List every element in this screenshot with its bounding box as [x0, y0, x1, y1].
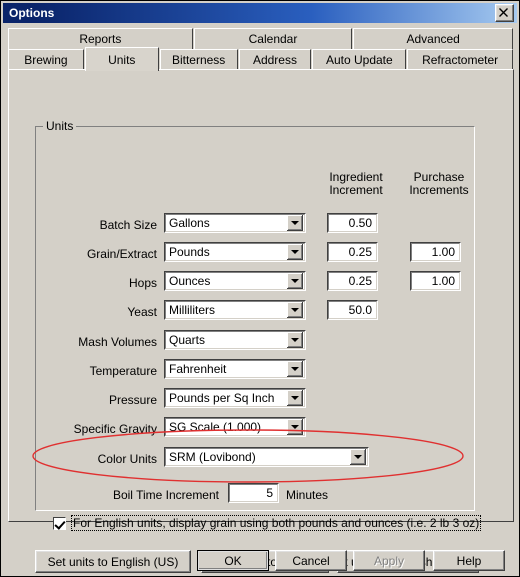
- tab-label: Units: [108, 52, 136, 67]
- button-label: OK: [224, 553, 242, 568]
- input-value: 0.25: [348, 245, 372, 259]
- combo-yeast-value: Milliliters: [169, 303, 215, 317]
- combo-batch-size-value: Gallons: [169, 216, 210, 230]
- combo-batch-size[interactable]: Gallons: [164, 213, 306, 233]
- label-grain-extract: Grain/Extract: [86, 247, 157, 261]
- label-hops: Hops: [128, 276, 157, 290]
- input-yeast-ingredient-increment[interactable]: 50.0: [327, 300, 378, 320]
- tab-bitterness[interactable]: Bitterness: [159, 49, 238, 70]
- input-value: 50.0: [348, 303, 372, 317]
- input-value: 0.25: [348, 274, 372, 288]
- label-mash-volumes: Mash Volumes: [78, 335, 157, 349]
- chevron-down-icon[interactable]: [287, 302, 303, 318]
- column-header-line2: Increments: [409, 183, 469, 197]
- tab-units[interactable]: Units: [84, 47, 159, 71]
- input-value: 0.50: [348, 216, 372, 230]
- button-label: Help: [456, 553, 482, 568]
- chevron-down-icon[interactable]: [287, 361, 303, 377]
- button-label: Cancel: [292, 553, 330, 568]
- button-label: Set units to English (US): [47, 554, 179, 569]
- options-dialog: Options Reports Calendar Advanced Brewin…: [0, 0, 520, 577]
- label-yeast: Yeast: [127, 305, 157, 319]
- tab-row-top: Reports Calendar Advanced: [8, 28, 514, 49]
- input-grain-extract-ingredient-increment[interactable]: 0.25: [327, 242, 378, 262]
- close-button[interactable]: [495, 4, 514, 22]
- window-title: Options: [9, 6, 55, 20]
- chevron-down-icon[interactable]: [287, 390, 303, 406]
- combo-yeast[interactable]: Milliliters: [164, 300, 306, 320]
- apply-button: Apply: [353, 550, 425, 571]
- tab-label: Advanced: [406, 32, 460, 46]
- input-value: 1.00: [431, 274, 455, 288]
- combo-temperature[interactable]: Fahrenheit: [164, 359, 306, 379]
- tab-reports[interactable]: Reports: [8, 28, 193, 49]
- tab-label: Calendar: [248, 32, 298, 46]
- label-temperature: Temperature: [89, 364, 157, 378]
- tab-label: Address: [252, 53, 297, 67]
- input-batch-size-ingredient-increment[interactable]: 0.50: [327, 213, 378, 233]
- combo-grain-extract-value: Pounds: [169, 245, 210, 259]
- cancel-button[interactable]: Cancel: [275, 550, 347, 571]
- combo-pressure-value: Pounds per Sq Inch: [169, 391, 275, 405]
- label-boil-time-increment: Boil Time Increment: [112, 488, 219, 502]
- checkmark-icon[interactable]: [53, 516, 66, 530]
- tab-row-bottom: Brewing Units Bitterness Address Auto Up…: [8, 47, 514, 71]
- label-boil-time-units: Minutes: [286, 488, 329, 502]
- input-hops-ingredient-increment[interactable]: 0.25: [327, 271, 378, 291]
- label-pressure: Pressure: [108, 393, 157, 407]
- tab-refractometer[interactable]: Refractometer: [407, 49, 513, 70]
- title-bar: Options: [3, 3, 517, 23]
- tab-calendar[interactable]: Calendar: [193, 28, 353, 49]
- combo-pressure[interactable]: Pounds per Sq Inch: [164, 388, 306, 408]
- chevron-down-icon[interactable]: [287, 273, 303, 289]
- input-value: 1.00: [431, 245, 455, 259]
- tab-label: Refractometer: [422, 53, 499, 67]
- chevron-down-icon[interactable]: [287, 419, 303, 435]
- chevron-down-icon[interactable]: [350, 449, 366, 465]
- ok-button[interactable]: OK: [197, 550, 269, 571]
- help-button[interactable]: Help: [433, 550, 505, 571]
- tab-panel-units: Units Ingredient Increment Purchase Incr…: [8, 69, 514, 573]
- combo-grain-extract[interactable]: Pounds: [164, 242, 306, 262]
- combo-color-units-value: SRM (Lovibond): [169, 450, 256, 464]
- input-grain-extract-purchase-increment[interactable]: 1.00: [410, 242, 461, 262]
- tab-control: Reports Calendar Advanced Brewing Units …: [8, 28, 514, 573]
- english-units-checkbox[interactable]: For English units, display grain using b…: [53, 515, 482, 531]
- tab-label: Brewing: [24, 53, 68, 67]
- column-header-ingredient-increment: Ingredient Increment: [322, 171, 390, 197]
- english-units-checkbox-label: For English units, display grain using b…: [71, 515, 482, 531]
- set-units-english-us-button[interactable]: Set units to English (US): [35, 550, 191, 573]
- tab-auto-update[interactable]: Auto Update: [312, 49, 407, 70]
- tab-label: Reports: [79, 32, 122, 46]
- tab-advanced[interactable]: Advanced: [353, 28, 513, 49]
- chevron-down-icon[interactable]: [287, 215, 303, 231]
- tab-brewing[interactable]: Brewing: [8, 49, 84, 70]
- combo-hops-value: Ounces: [169, 274, 211, 288]
- column-header-purchase-increments: Purchase Increments: [405, 171, 473, 197]
- combo-specific-gravity[interactable]: SG Scale (1.000): [164, 417, 306, 437]
- chevron-down-icon[interactable]: [287, 244, 303, 260]
- combo-specific-gravity-value: SG Scale (1.000): [169, 420, 262, 434]
- input-hops-purchase-increment[interactable]: 1.00: [410, 271, 461, 291]
- input-value: 5: [266, 486, 273, 500]
- button-label: Apply: [373, 553, 405, 568]
- label-specific-gravity: Specific Gravity: [73, 422, 157, 436]
- label-batch-size: Batch Size: [99, 218, 157, 232]
- combo-color-units[interactable]: SRM (Lovibond): [164, 447, 369, 467]
- tab-address[interactable]: Address: [238, 49, 312, 70]
- chevron-down-icon[interactable]: [287, 332, 303, 348]
- tab-label: Bitterness: [171, 53, 226, 67]
- combo-temperature-value: Fahrenheit: [169, 362, 227, 376]
- combo-mash-volumes-value: Quarts: [169, 333, 206, 347]
- combo-mash-volumes[interactable]: Quarts: [164, 330, 306, 350]
- label-color-units: Color Units: [97, 452, 157, 466]
- combo-hops[interactable]: Ounces: [164, 271, 306, 291]
- input-boil-time-increment[interactable]: 5: [228, 483, 279, 503]
- units-groupbox-legend: Units: [43, 119, 77, 133]
- tab-label: Auto Update: [325, 53, 393, 67]
- column-header-line2: Increment: [329, 183, 383, 197]
